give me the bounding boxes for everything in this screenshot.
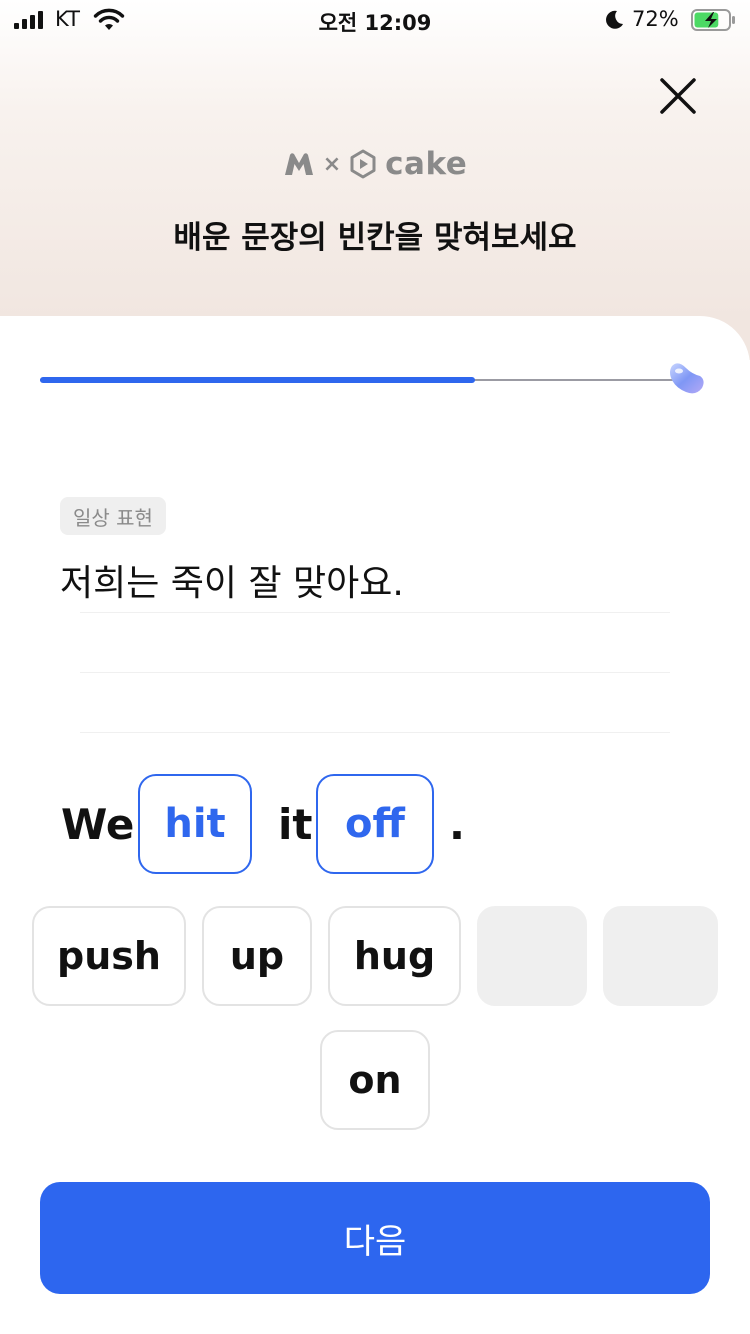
divider	[80, 672, 670, 673]
choice-slot-used	[603, 906, 718, 1006]
choice-slot-used	[477, 906, 587, 1006]
sentence-period: .	[449, 800, 465, 849]
jelly-bean-icon	[670, 363, 704, 394]
brand-logo: × cake	[0, 146, 750, 182]
progress-fill	[40, 377, 476, 383]
cake-logo-icon	[350, 149, 376, 179]
brand-name: cake	[385, 146, 468, 182]
sentence-word: We	[61, 800, 135, 849]
divider	[80, 612, 670, 613]
moon-icon	[606, 10, 623, 29]
sentence-word: it	[278, 800, 313, 849]
page-title: 배운 문장의 빈칸을 맞혀보세요	[173, 220, 577, 256]
english-sentence: We hit it off .	[60, 774, 720, 874]
choice-chip-up[interactable]: up	[202, 906, 312, 1006]
choice-chip-on[interactable]: on	[320, 1030, 430, 1130]
answer-blank-1[interactable]: hit	[138, 774, 252, 874]
divider	[80, 732, 670, 733]
next-button[interactable]: 다음	[40, 1182, 710, 1294]
choice-chip-hug[interactable]: hug	[328, 906, 461, 1006]
answer-blank-2[interactable]: off	[316, 774, 434, 874]
category-tag: 일상 표현	[60, 497, 166, 535]
battery-percent: 72%	[632, 7, 679, 31]
battery-icon	[691, 9, 735, 31]
brand-separator: ×	[322, 151, 342, 177]
choice-chip-push[interactable]: push	[32, 906, 186, 1006]
status-bar: KT 오전 12:09 72%	[0, 0, 750, 42]
close-button[interactable]	[652, 70, 704, 122]
quiz-card: 일상 표현 저희는 죽이 잘 맞아요. We hit it off . push…	[0, 316, 750, 1334]
korean-sentence: 저희는 죽이 잘 맞아요.	[60, 563, 404, 604]
brand-m-icon	[284, 153, 313, 175]
